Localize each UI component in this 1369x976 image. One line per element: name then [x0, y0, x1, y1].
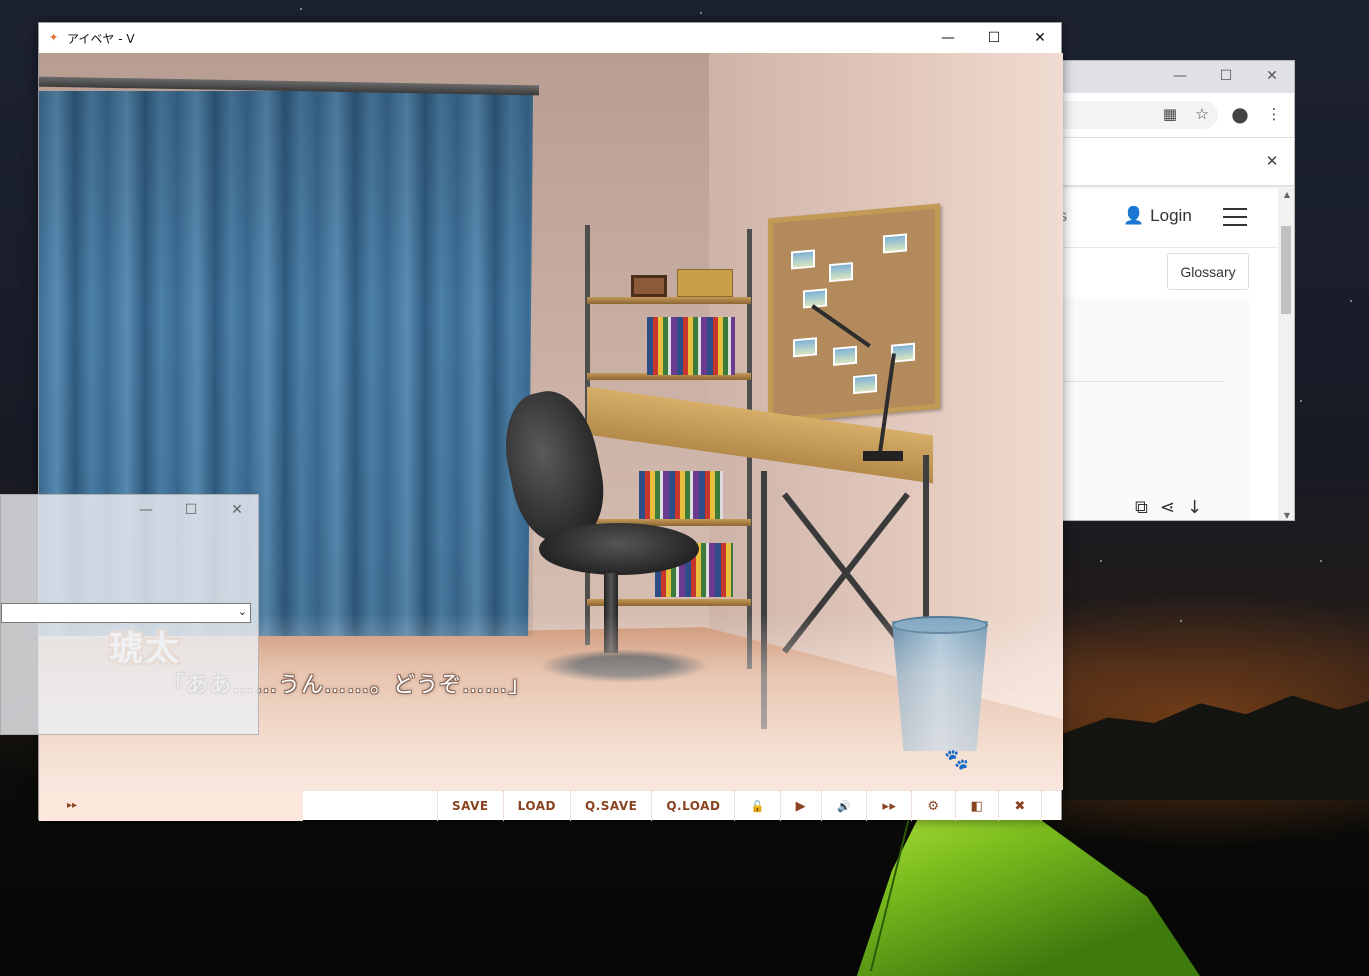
load-button[interactable]: LOAD [502, 791, 570, 821]
copy-icon[interactable]: ⧉ [1135, 497, 1148, 518]
download-arrow-icon[interactable]: ↓ [1187, 497, 1202, 518]
browser-scrollbar[interactable]: ▲ ▼ [1278, 188, 1294, 520]
browser-titlebar[interactable]: — ☐ ✕ [1063, 61, 1294, 93]
share-icon[interactable]: ⋖ [1160, 497, 1175, 518]
glossary-button[interactable]: Glossary [1167, 253, 1249, 290]
maximize-icon[interactable]: ☐ [971, 23, 1017, 53]
minimize-icon[interactable]: — [1157, 61, 1203, 91]
browser-window[interactable]: — ☐ ✕ ▦ ☆ ● ⋮ ✕ s 👤 Login Glossary ⧉ ⋖ ↓… [1062, 60, 1295, 521]
save-button[interactable]: SAVE [437, 791, 503, 821]
close-game-icon[interactable]: ✖ [998, 791, 1042, 821]
storage-box [677, 269, 733, 297]
divider [1063, 381, 1223, 382]
backlog-icon[interactable]: ◧ [954, 791, 999, 821]
fast-forward-mini-icon[interactable]: ▸▸ [67, 800, 77, 811]
maximize-icon[interactable]: ☐ [168, 495, 214, 525]
infobar-close-icon[interactable]: ✕ [1261, 150, 1283, 172]
user-icon: 👤 [1123, 206, 1145, 225]
hamburger-menu-icon[interactable] [1223, 208, 1247, 226]
close-icon[interactable]: ✕ [214, 495, 260, 525]
skip-icon[interactable]: ▸▸ [866, 791, 911, 821]
overlay-tool-window[interactable]: — ☐ ✕ ⌄ [0, 494, 259, 735]
kebab-menu-icon[interactable]: ⋮ [1263, 103, 1285, 125]
game-titlebar[interactable]: ✦ アイベヤ - V — ☐ ✕ [39, 23, 1061, 53]
minimize-icon[interactable]: — [925, 23, 971, 53]
voice-volume-icon[interactable]: 🔊 [821, 791, 866, 821]
corkboard [768, 203, 940, 424]
action-icons: ⧉ ⋖ ↓ [1135, 497, 1202, 518]
minimize-icon[interactable]: — [123, 495, 169, 525]
tent-image [856, 800, 1200, 976]
site-header: s 👤 Login [1063, 188, 1281, 248]
close-icon[interactable]: ✕ [1249, 61, 1294, 91]
dropdown-select[interactable]: ⌄ [1, 603, 251, 623]
scroll-up-icon[interactable]: ▲ [1284, 190, 1290, 199]
scroll-thumb[interactable] [1281, 226, 1291, 314]
mountain-silhouette [1062, 695, 1369, 800]
browser-infobar: ✕ [1063, 138, 1294, 186]
game-menubar: ▸▸ SAVE LOAD Q.SAVE Q.LOAD 🔓 ▶ 🔊 ▸▸ ⚙ ◧ … [39, 790, 1061, 821]
menubar-left-panel: ▸▸ [39, 791, 303, 821]
scroll-down-icon[interactable]: ▼ [1284, 511, 1290, 520]
paw-icon: 🐾 [944, 747, 969, 771]
lock-icon[interactable]: 🔓 [734, 791, 779, 821]
maximize-icon[interactable]: ☐ [1203, 61, 1249, 91]
auto-play-icon[interactable]: ▶ [779, 791, 822, 821]
profile-icon[interactable]: ● [1229, 102, 1251, 126]
quick-save-button[interactable]: Q.SAVE [569, 791, 651, 821]
chevron-down-icon: ⌄ [237, 605, 247, 618]
qr-code-icon[interactable]: ▦ [1159, 103, 1181, 125]
browser-toolbar: ▦ ☆ ● ⋮ [1063, 93, 1294, 138]
photo-frame [631, 275, 667, 297]
menu-items: SAVE LOAD Q.SAVE Q.LOAD 🔓 ▶ 🔊 ▸▸ ⚙ ◧ ✖ [437, 791, 1042, 821]
close-icon[interactable]: ✕ [1017, 23, 1063, 53]
bookshelf-books [647, 317, 735, 375]
login-label: Login [1150, 206, 1192, 225]
window-title: アイベヤ - V [67, 32, 135, 46]
login-link[interactable]: 👤 Login [1123, 206, 1192, 226]
bookmark-star-icon[interactable]: ☆ [1191, 103, 1213, 125]
app-icon: ✦ [49, 31, 59, 44]
quick-load-button[interactable]: Q.LOAD [651, 791, 734, 821]
settings-gear-icon[interactable]: ⚙ [911, 791, 954, 821]
